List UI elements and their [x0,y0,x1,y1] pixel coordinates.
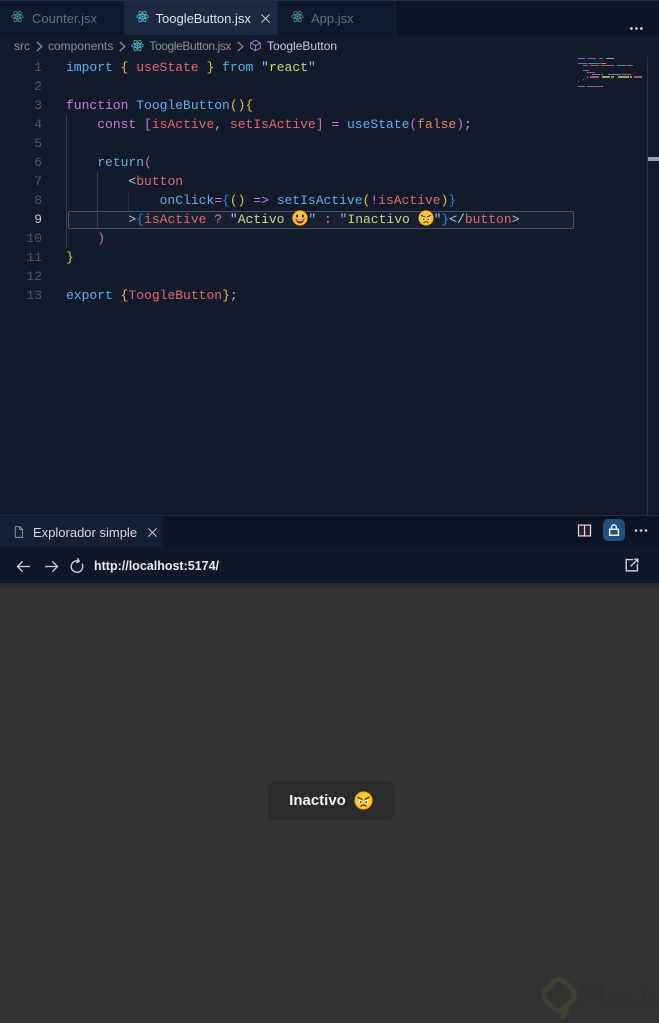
svg-text:Placid: Placid [578,980,659,1013]
